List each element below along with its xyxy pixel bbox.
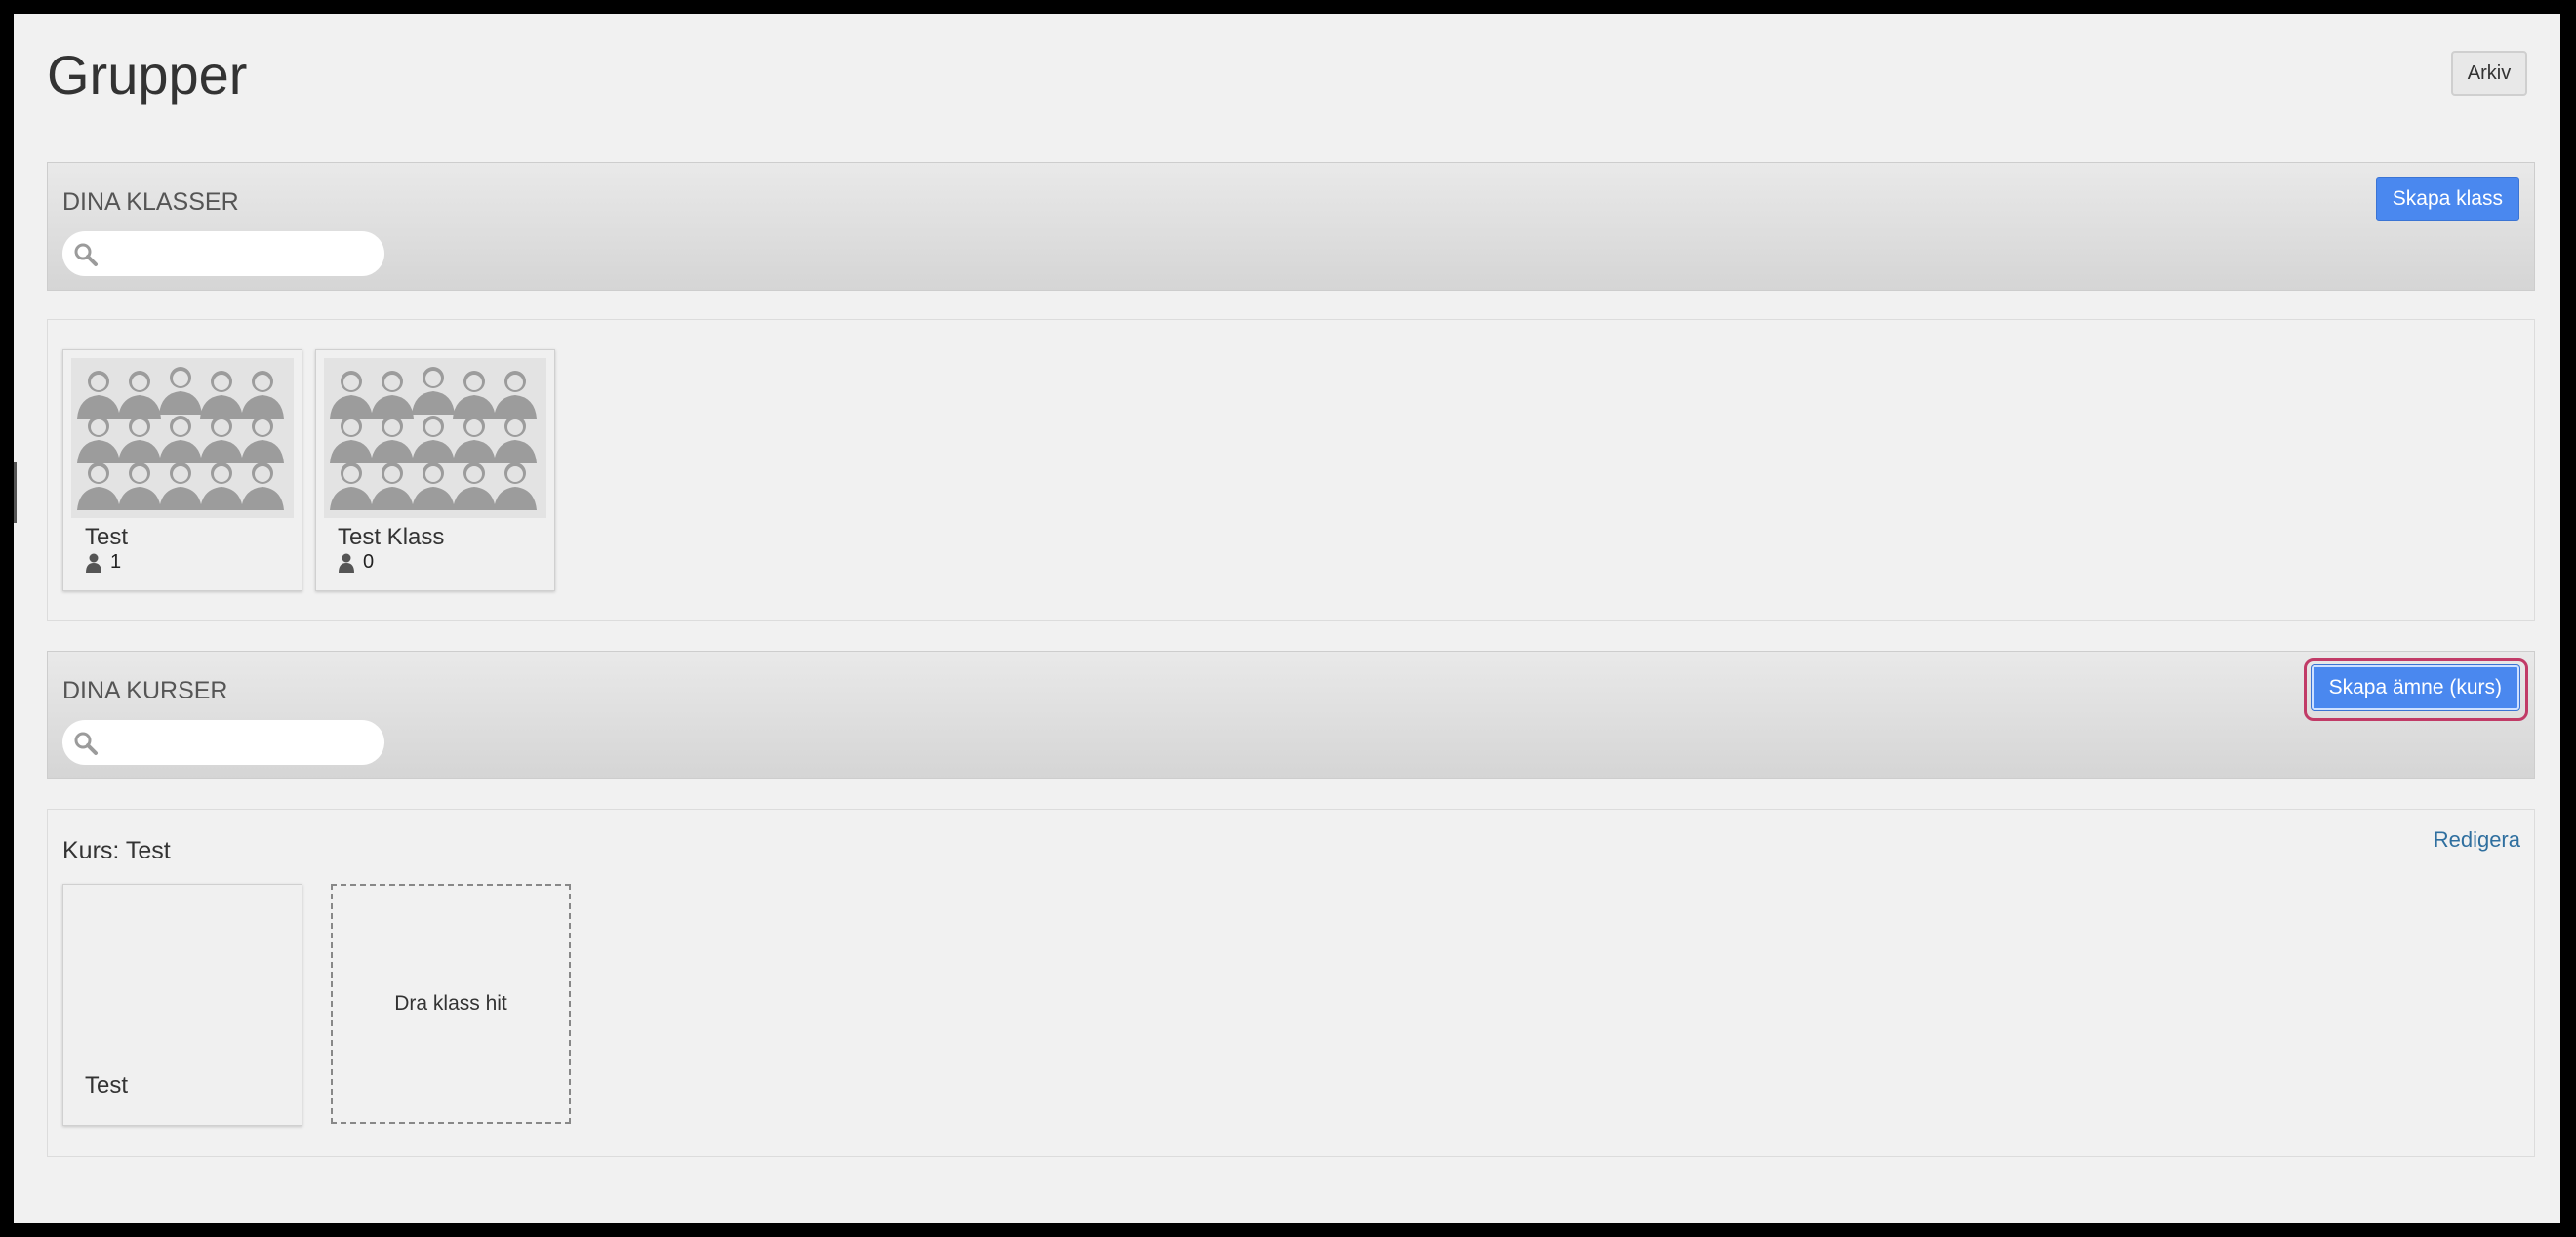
course-panel: Kurs: Test Redigera Test Dra klass hit — [47, 809, 2535, 1157]
classes-search-input[interactable] — [105, 237, 373, 272]
course-class-card[interactable]: Test — [62, 884, 302, 1126]
students-group-image — [71, 358, 294, 518]
classes-header: DINA KLASSER Skapa klass — [47, 162, 2535, 291]
classes-panel: Test 1 Test Klass 0 — [47, 319, 2535, 621]
member-count: 1 — [85, 551, 121, 574]
person-icon — [339, 553, 354, 573]
courses-header: DINA KURSER Skapa ämne (kurs) — [47, 651, 2535, 779]
create-course-button[interactable]: Skapa ämne (kurs) — [2311, 665, 2519, 710]
member-count: 0 — [338, 551, 374, 574]
courses-search-input[interactable] — [105, 726, 373, 761]
classes-search-box[interactable] — [62, 231, 384, 276]
course-title: Kurs: Test — [62, 837, 171, 864]
member-count-value: 1 — [110, 551, 122, 573]
page-title: Grupper — [47, 44, 248, 105]
member-count-value: 0 — [363, 551, 375, 573]
class-drop-zone[interactable]: Dra klass hit — [331, 884, 571, 1124]
search-icon — [74, 732, 98, 755]
search-icon — [74, 243, 98, 266]
class-name: Test Klass — [338, 524, 445, 550]
class-card[interactable]: Test 1 — [62, 349, 302, 591]
class-name: Test — [85, 524, 129, 550]
archive-button[interactable]: Arkiv — [2451, 51, 2527, 96]
course-class-name: Test — [85, 1072, 129, 1098]
person-icon — [86, 553, 101, 573]
window-edge-handle — [14, 462, 17, 523]
class-card[interactable]: Test Klass 0 — [315, 349, 555, 591]
classes-section-title: DINA KLASSER — [62, 188, 239, 216]
courses-section-title: DINA KURSER — [62, 677, 228, 704]
students-group-image — [324, 358, 546, 518]
courses-search-box[interactable] — [62, 720, 384, 765]
groups-page: Grupper Arkiv DINA KLASSER Skapa klass T… — [14, 14, 2560, 1223]
edit-link[interactable]: Redigera — [2434, 827, 2520, 853]
create-class-button[interactable]: Skapa klass — [2375, 177, 2519, 221]
